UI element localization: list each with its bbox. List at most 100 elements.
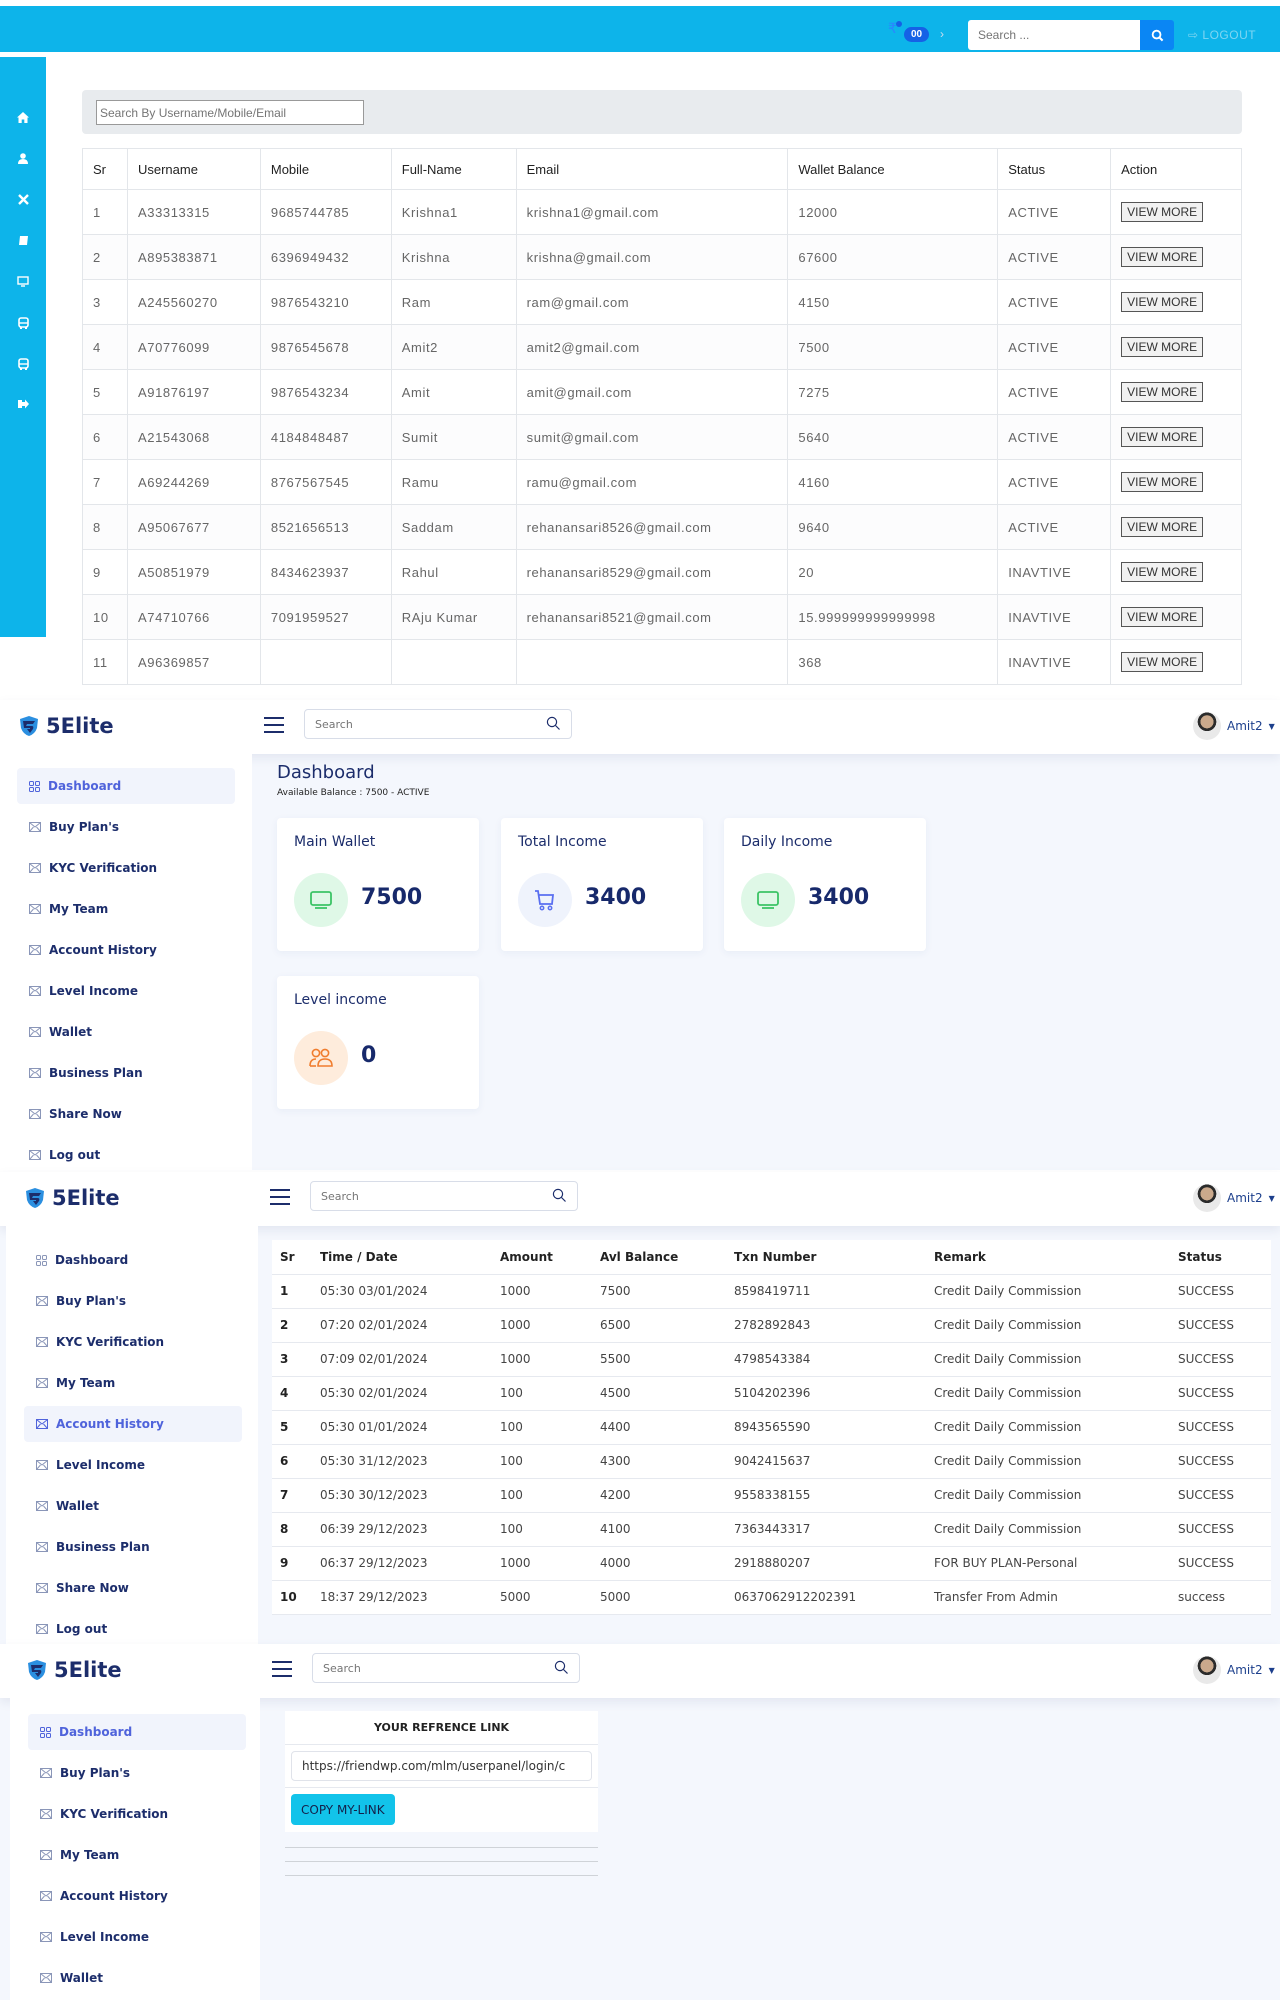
sidebar-item-label: Business Plan [49, 1066, 143, 1080]
sidebar-item-my-team[interactable]: My Team [17, 891, 235, 927]
view-more-button[interactable]: VIEW MORE [1121, 427, 1204, 447]
table-cell: 7091959527 [259, 594, 392, 640]
sidebar-item-wallet[interactable]: Wallet [28, 1960, 246, 1996]
menu-toggle-button[interactable] [270, 1189, 290, 1205]
book-icon[interactable] [15, 235, 31, 249]
sidebar-item-kyc-verification[interactable]: KYC Verification [24, 1324, 242, 1360]
sidebar-item-dashboard[interactable]: Dashboard [24, 1242, 242, 1278]
logout-link[interactable]: ⇨ LOGOUT [1188, 28, 1256, 42]
sidebar-item-business-plan[interactable]: Business Plan [24, 1529, 242, 1565]
sidebar-item-account-history[interactable]: Account History [24, 1406, 242, 1442]
brand-logo[interactable]: 5Elite [24, 1186, 120, 1210]
column-header[interactable]: Amount [492, 1240, 592, 1275]
view-more-button[interactable]: VIEW MORE [1121, 382, 1204, 402]
table-cell: A21543068 [126, 414, 261, 460]
column-header[interactable]: Email [515, 148, 789, 190]
view-more-button[interactable]: VIEW MORE [1121, 337, 1204, 357]
brand-logo[interactable]: 5Elite [26, 1658, 122, 1682]
sidebar-item-level-income[interactable]: Level Income [28, 1919, 246, 1955]
column-header[interactable]: Action [1110, 148, 1242, 190]
dashboard-grid-icon [29, 780, 40, 792]
column-header[interactable]: Full-Name [390, 148, 517, 190]
column-header[interactable]: Time / Date [312, 1240, 492, 1275]
sidebar-item-my-team[interactable]: My Team [24, 1365, 242, 1401]
home-icon[interactable] [15, 112, 31, 126]
column-header[interactable]: Txn Number [726, 1240, 926, 1275]
user-filter-input[interactable] [96, 100, 364, 125]
sidebar-item-my-team[interactable]: My Team [28, 1837, 246, 1873]
card-total-income[interactable]: Total Income 3400 [501, 818, 703, 951]
sidebar-item-label: Log out [56, 1622, 108, 1636]
column-header[interactable]: Sr [272, 1240, 312, 1275]
column-header[interactable]: Status [1170, 1240, 1271, 1275]
sidebar-item-wallet[interactable]: Wallet [24, 1488, 242, 1524]
user-menu[interactable]: Amit2 ▼ [1193, 1184, 1275, 1212]
sidebar-item-log-out[interactable]: Log out [24, 1611, 242, 1647]
user-icon[interactable] [15, 153, 31, 167]
search-input[interactable] [305, 710, 525, 738]
user-menu[interactable]: Amit2 ▼ [1193, 1656, 1275, 1684]
search-icon[interactable] [552, 1188, 567, 1203]
search-input[interactable] [311, 1182, 531, 1210]
sidebar-item-kyc-verification[interactable]: KYC Verification [17, 850, 235, 886]
search-icon[interactable] [554, 1660, 569, 1675]
sidebar-item-buy-plan-s[interactable]: Buy Plan's [28, 1755, 246, 1791]
admin-search-button[interactable] [1140, 20, 1174, 50]
reference-link-input[interactable] [291, 1751, 592, 1781]
chevron-right-icon[interactable]: › [940, 27, 944, 41]
admin-search-input[interactable] [968, 20, 1140, 50]
menu-toggle-button[interactable] [264, 717, 284, 733]
table-cell: 4 [272, 1376, 312, 1411]
sidebar-item-wallet[interactable]: Wallet [17, 1014, 235, 1050]
menu-toggle-button[interactable] [272, 1661, 292, 1677]
bus-icon[interactable] [15, 317, 31, 331]
column-header[interactable]: Sr [82, 148, 128, 190]
account-history-panel: 5Elite Amit2 ▼ Dashboard Buy Plan's KYC Ve… [0, 1172, 1280, 1644]
sidebar-item-buy-plan-s[interactable]: Buy Plan's [24, 1283, 242, 1319]
plane-icon[interactable] [15, 194, 31, 208]
search-icon[interactable] [546, 716, 561, 731]
sidebar-item-log-out[interactable]: Log out [17, 1137, 235, 1173]
view-more-button[interactable]: VIEW MORE [1121, 607, 1204, 627]
sidebar-item-account-history[interactable]: Account History [17, 932, 235, 968]
column-header[interactable]: Remark [926, 1240, 1170, 1275]
card-daily-income[interactable]: Daily Income 3400 [724, 818, 926, 951]
sign-out-icon[interactable] [15, 399, 31, 413]
view-more-button[interactable]: VIEW MORE [1121, 562, 1204, 582]
table-cell: 05:30 03/01/2024 [312, 1274, 492, 1309]
column-header[interactable]: Mobile [259, 148, 392, 190]
column-header[interactable]: Wallet Balance [787, 148, 999, 190]
search-input[interactable] [313, 1654, 533, 1682]
wallet-badge[interactable]: 00 [904, 27, 930, 42]
column-header[interactable]: Status [997, 148, 1112, 190]
table-cell: 9042415637 [726, 1444, 926, 1479]
card-main-wallet[interactable]: Main Wallet 7500 [277, 818, 479, 951]
sidebar-item-level-income[interactable]: Level Income [17, 973, 235, 1009]
sidebar-item-level-income[interactable]: Level Income [24, 1447, 242, 1483]
view-more-button[interactable]: VIEW MORE [1121, 247, 1204, 267]
table-cell: 8521656513 [259, 504, 392, 550]
sidebar-item-kyc-verification[interactable]: KYC Verification [28, 1796, 246, 1832]
sidebar-item-dashboard[interactable]: Dashboard [28, 1714, 246, 1750]
card-label: Main Wallet [294, 834, 376, 850]
sidebar-item-share-now[interactable]: Share Now [24, 1570, 242, 1606]
view-more-button[interactable]: VIEW MORE [1121, 202, 1204, 222]
column-header[interactable]: Avl Balance [592, 1240, 726, 1275]
column-header[interactable]: Username [126, 148, 261, 190]
view-more-button[interactable]: VIEW MORE [1121, 652, 1204, 672]
brand-logo[interactable]: 5Elite [18, 714, 114, 738]
sidebar-item-account-history[interactable]: Account History [28, 1878, 246, 1914]
sidebar-item-buy-plan-s[interactable]: Buy Plan's [17, 809, 235, 845]
sidebar-item-share-now[interactable]: Share Now [17, 1096, 235, 1132]
view-more-button[interactable]: VIEW MORE [1121, 472, 1204, 492]
view-more-button[interactable]: VIEW MORE [1121, 292, 1204, 312]
bus-icon[interactable] [15, 358, 31, 372]
table-cell: Saddam [390, 504, 517, 550]
copy-link-button[interactable]: COPY MY-LINK [291, 1794, 395, 1825]
monitor-icon[interactable] [15, 276, 31, 290]
card-level-income[interactable]: Level income 0 [277, 976, 479, 1109]
sidebar-item-business-plan[interactable]: Business Plan [17, 1055, 235, 1091]
view-more-button[interactable]: VIEW MORE [1121, 517, 1204, 537]
sidebar-item-dashboard[interactable]: Dashboard [17, 768, 235, 804]
user-menu[interactable]: Amit2 ▼ [1193, 712, 1275, 740]
